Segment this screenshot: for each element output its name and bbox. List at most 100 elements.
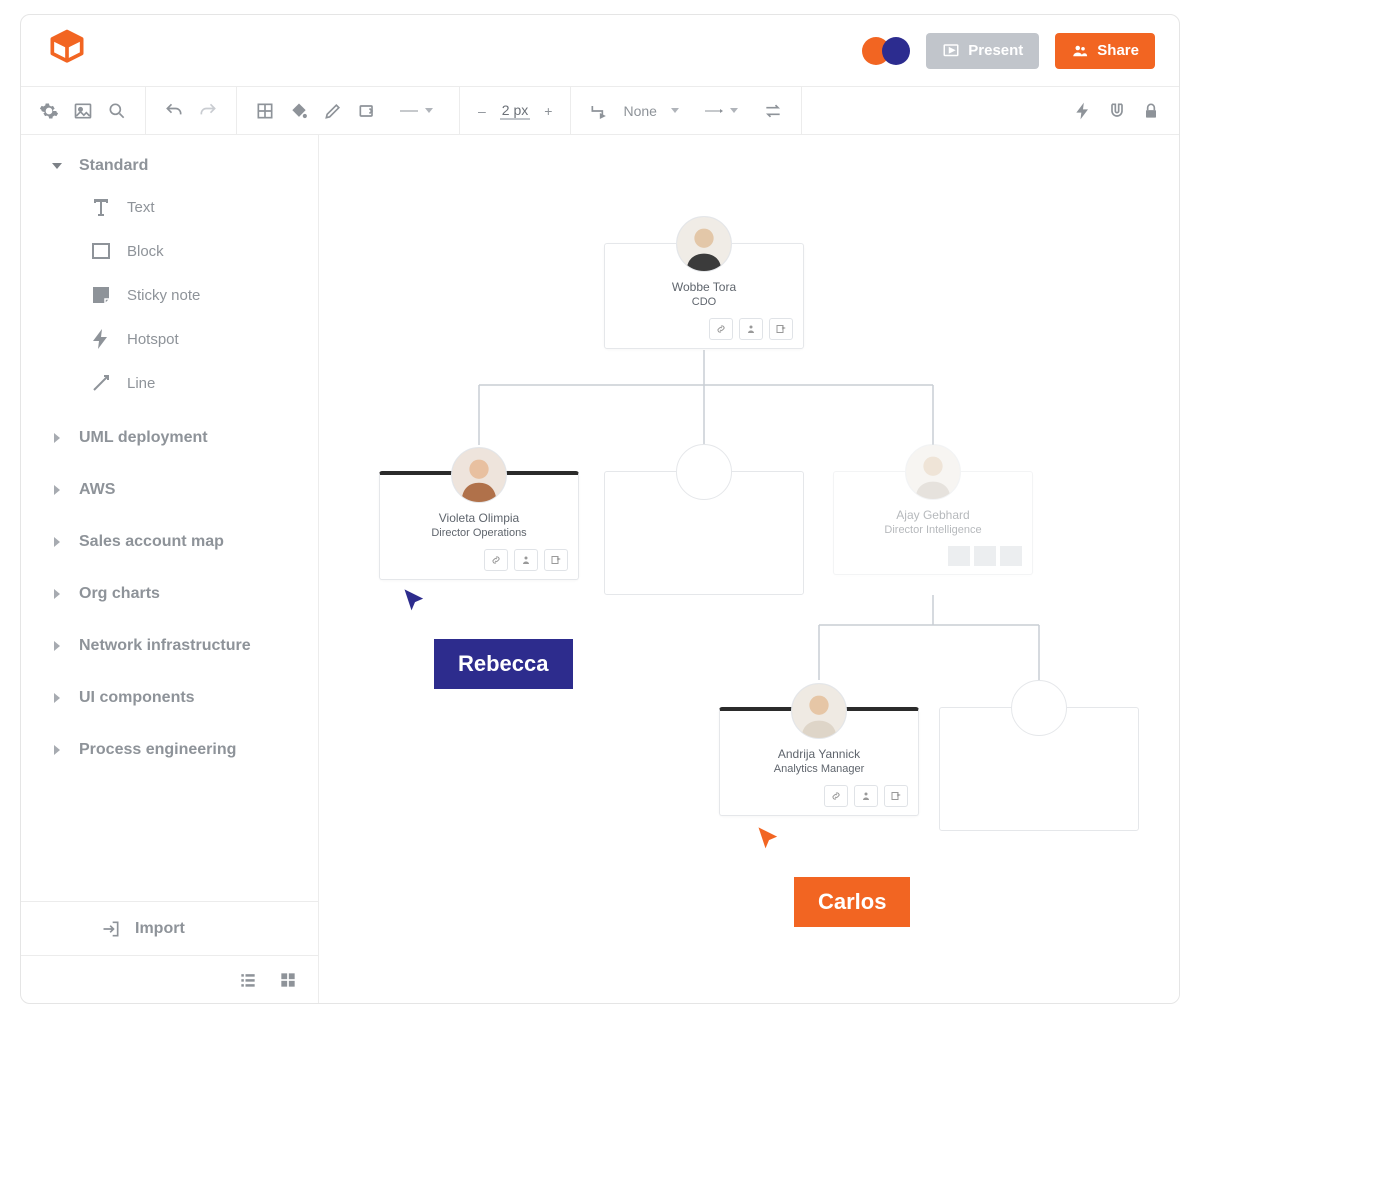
sidebar-group-standard[interactable]: Standard xyxy=(21,147,318,185)
pencil-icon[interactable] xyxy=(323,101,343,121)
grid-view-icon[interactable] xyxy=(278,970,298,990)
org-card-ghost[interactable]: Ajay Gebhard Director Intelligence xyxy=(833,471,1033,575)
gear-icon[interactable] xyxy=(39,101,59,121)
hotspot-icon xyxy=(89,327,113,351)
sticky-icon xyxy=(89,283,113,307)
connector-type-icon[interactable] xyxy=(589,101,609,121)
org-card-root[interactable]: Wobbe Tora CDO xyxy=(604,243,804,349)
header-bar: Present Share xyxy=(21,15,1179,87)
stroke-width-value[interactable]: 2 px xyxy=(500,102,530,120)
chevron-down-icon xyxy=(52,163,62,169)
import-button[interactable]: Import xyxy=(21,901,318,955)
magnet-icon[interactable] xyxy=(1107,101,1127,121)
avatar-placeholder xyxy=(1011,680,1067,736)
shape-hotspot[interactable]: Hotspot xyxy=(21,317,318,361)
chevron-right-icon xyxy=(54,641,60,651)
line-style-dropdown[interactable] xyxy=(391,101,441,121)
grid-icon[interactable] xyxy=(255,101,275,121)
present-label: Present xyxy=(968,42,1023,59)
sidebar-group-network[interactable]: Network infrastructure xyxy=(21,627,318,665)
sidebar-group-process[interactable]: Process engineering xyxy=(21,731,318,769)
edit-icon[interactable] xyxy=(769,318,793,340)
remote-cursor-label-orange: Carlos xyxy=(794,877,910,927)
stroke-minus[interactable]: – xyxy=(478,103,486,119)
person-icon[interactable] xyxy=(854,785,878,807)
view-switcher xyxy=(21,955,318,1003)
link-icon[interactable] xyxy=(484,549,508,571)
sidebar-group-label: UML deployment xyxy=(79,429,208,447)
card-tool-placeholder xyxy=(1000,546,1022,566)
card-title: Director Intelligence xyxy=(844,524,1022,536)
shape-sticky[interactable]: Sticky note xyxy=(21,273,318,317)
remote-cursor-label-blue: Rebecca xyxy=(434,639,573,689)
shape-style-icon[interactable] xyxy=(357,101,377,121)
sidebar-group-sales[interactable]: Sales account map xyxy=(21,523,318,561)
app-frame: Present Share xyxy=(20,14,1180,1004)
org-card-grand[interactable]: Andrija Yannick Analytics Manager xyxy=(719,707,919,816)
avatar xyxy=(676,216,732,272)
sidebar-group-aws[interactable]: AWS xyxy=(21,471,318,509)
sidebar-group-label: UI components xyxy=(79,689,195,707)
avatar-placeholder xyxy=(676,444,732,500)
collaborator-avatars[interactable] xyxy=(862,37,910,65)
edit-icon[interactable] xyxy=(544,549,568,571)
link-icon[interactable] xyxy=(824,785,848,807)
link-icon[interactable] xyxy=(709,318,733,340)
edit-icon[interactable] xyxy=(884,785,908,807)
sidebar-group-ui[interactable]: UI components xyxy=(21,679,318,717)
org-card-left[interactable]: Violeta Olimpia Director Operations xyxy=(379,471,579,580)
card-name: Wobbe Tora xyxy=(615,280,793,294)
lightning-icon[interactable] xyxy=(1073,101,1093,121)
shape-label: Sticky note xyxy=(127,287,200,304)
avatar xyxy=(905,444,961,500)
share-button[interactable]: Share xyxy=(1055,33,1155,69)
redo-icon[interactable] xyxy=(198,101,218,121)
stroke-plus[interactable]: + xyxy=(544,103,552,119)
fill-icon[interactable] xyxy=(289,101,309,121)
person-icon[interactable] xyxy=(739,318,763,340)
card-name: Andrija Yannick xyxy=(730,747,908,761)
card-tool-placeholder xyxy=(948,546,970,566)
dropdown-caret-icon[interactable] xyxy=(671,108,679,113)
arrow-style-dropdown[interactable] xyxy=(693,101,749,121)
shape-block[interactable]: Block xyxy=(21,229,318,273)
search-icon[interactable] xyxy=(107,101,127,121)
swap-icon[interactable] xyxy=(763,101,783,121)
canvas[interactable]: Wobbe Tora CDO Violeta Olimpia Director … xyxy=(319,135,1179,1003)
line-icon xyxy=(89,371,113,395)
chevron-right-icon xyxy=(54,433,60,443)
line-end-none[interactable]: None xyxy=(623,103,656,119)
shape-label: Text xyxy=(127,199,155,216)
sidebar-group-uml[interactable]: UML deployment xyxy=(21,419,318,457)
shape-text[interactable]: Text xyxy=(21,185,318,229)
shape-line[interactable]: Line xyxy=(21,361,318,405)
image-icon[interactable] xyxy=(73,101,93,121)
chevron-right-icon xyxy=(54,485,60,495)
chevron-right-icon xyxy=(54,693,60,703)
undo-icon[interactable] xyxy=(164,101,184,121)
shape-label: Hotspot xyxy=(127,331,179,348)
card-tool-placeholder xyxy=(974,546,996,566)
list-view-icon[interactable] xyxy=(238,970,258,990)
sidebar-group-label: Standard xyxy=(79,157,148,175)
sidebar-group-org[interactable]: Org charts xyxy=(21,575,318,613)
sidebar-group-label: Process engineering xyxy=(79,741,236,759)
org-card-placeholder[interactable] xyxy=(604,471,804,595)
sidebar-group-label: AWS xyxy=(79,481,115,499)
play-slideshow-icon xyxy=(942,42,960,60)
lock-icon[interactable] xyxy=(1141,101,1161,121)
people-icon xyxy=(1071,42,1089,60)
org-card-placeholder-2[interactable] xyxy=(939,707,1139,831)
shape-label: Line xyxy=(127,375,155,392)
person-icon[interactable] xyxy=(514,549,538,571)
toolbar: – 2 px + None xyxy=(21,87,1179,135)
cursor-label-text: Rebecca xyxy=(458,651,549,676)
card-title: CDO xyxy=(615,296,793,308)
sidebar-group-label: Org charts xyxy=(79,585,160,603)
chevron-right-icon xyxy=(54,745,60,755)
remote-cursor-blue xyxy=(401,587,429,620)
text-icon xyxy=(89,195,113,219)
shape-label: Block xyxy=(127,243,164,260)
card-title: Analytics Manager xyxy=(730,763,908,775)
present-button[interactable]: Present xyxy=(926,33,1039,69)
